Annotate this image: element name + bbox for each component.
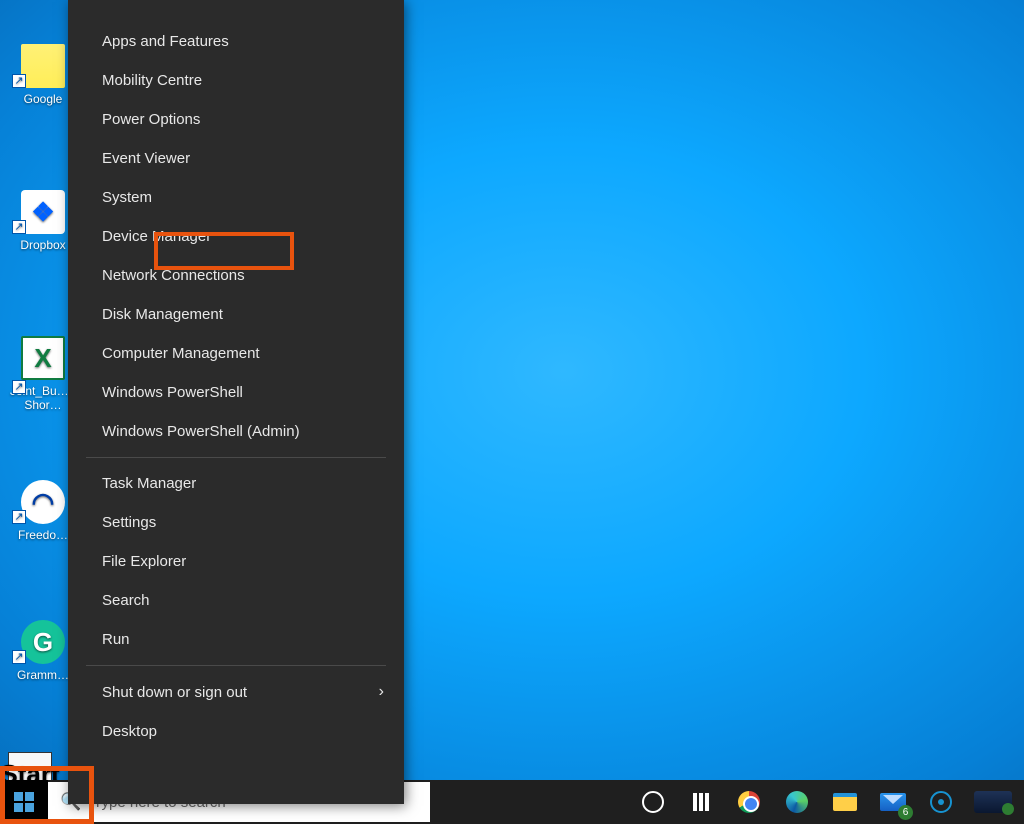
winx-item-desktop[interactable]: Desktop <box>68 712 404 751</box>
taskbar-app-mail[interactable]: 6 <box>869 780 917 824</box>
winx-item-windows-powershell-admin[interactable]: Windows PowerShell (Admin) <box>68 412 404 451</box>
winx-item-file-explorer[interactable]: File Explorer <box>68 542 404 581</box>
menu-item-label: Search <box>102 592 150 609</box>
shortcut-arrow-icon: ↗ <box>12 510 26 524</box>
winx-item-run[interactable]: Run <box>68 620 404 659</box>
winx-item-computer-management[interactable]: Computer Management <box>68 334 404 373</box>
menu-item-label: Windows PowerShell <box>102 384 243 401</box>
menu-item-label: System <box>102 189 152 206</box>
menu-item-label: Computer Management <box>102 345 260 362</box>
task-view-icon <box>693 793 709 811</box>
chevron-right-icon: › <box>379 683 384 701</box>
shortcut-arrow-icon: ↗ <box>12 74 26 88</box>
menu-item-label: Run <box>102 631 130 648</box>
taskbar-app-edge[interactable] <box>773 780 821 824</box>
winx-item-disk-management[interactable]: Disk Management <box>68 295 404 334</box>
menu-separator <box>86 457 386 458</box>
winx-item-settings[interactable]: Settings <box>68 503 404 542</box>
menu-item-label: Shut down or sign out <box>102 684 247 701</box>
cortana-icon <box>642 791 664 813</box>
shortcut-arrow-icon: ↗ <box>12 380 26 394</box>
remote-desktop-icon <box>974 791 1012 813</box>
menu-item-label: Event Viewer <box>102 150 190 167</box>
file-explorer-icon <box>833 793 857 811</box>
menu-item-label: Task Manager <box>102 475 196 492</box>
dropbox-icon: ❖ <box>21 190 65 234</box>
menu-item-label: File Explorer <box>102 553 186 570</box>
winx-item-network-connections[interactable]: Network Connections <box>68 256 404 295</box>
menu-item-label: Disk Management <box>102 306 223 323</box>
taskbar-cortana-button[interactable] <box>629 780 677 824</box>
edge-icon <box>786 791 808 813</box>
menu-item-label: Mobility Centre <box>102 72 202 89</box>
winx-item-system[interactable]: System <box>68 178 404 217</box>
shortcut-arrow-icon: ↗ <box>12 650 26 664</box>
taskbar-app-file-explorer[interactable] <box>821 780 869 824</box>
winx-item-power-options[interactable]: Power Options <box>68 100 404 139</box>
winx-item-task-manager[interactable]: Task Manager <box>68 464 404 503</box>
grammarly-icon: G <box>21 620 65 664</box>
menu-item-label: Network Connections <box>102 267 245 284</box>
groove-icon <box>930 791 952 813</box>
taskbar-right: 6 <box>629 780 1024 824</box>
menu-item-label: Settings <box>102 514 156 531</box>
menu-item-label: Desktop <box>102 723 157 740</box>
winx-item-event-viewer[interactable]: Event Viewer <box>68 139 404 178</box>
winx-menu: Apps and Features Mobility Centre Power … <box>68 0 404 804</box>
freedome-icon: ◠ <box>21 480 65 524</box>
mail-badge-count: 6 <box>898 805 913 820</box>
taskbar-task-view-button[interactable] <box>677 780 725 824</box>
winx-item-search[interactable]: Search <box>68 581 404 620</box>
excel-icon: X <box>21 336 65 380</box>
taskbar-app-groove[interactable] <box>917 780 965 824</box>
taskbar-app-chrome[interactable] <box>725 780 773 824</box>
menu-separator <box>86 665 386 666</box>
menu-item-label: Power Options <box>102 111 200 128</box>
start-button[interactable] <box>0 780 48 824</box>
google-icon <box>21 44 65 88</box>
chrome-icon <box>738 791 760 813</box>
winx-item-windows-powershell[interactable]: Windows PowerShell <box>68 373 404 412</box>
windows-logo-icon <box>14 792 34 812</box>
winx-item-apps-and-features[interactable]: Apps and Features <box>68 22 404 61</box>
taskbar-app-remote-desktop[interactable] <box>965 780 1021 824</box>
winx-item-device-manager[interactable]: Device Manager <box>68 217 404 256</box>
menu-item-label: Apps and Features <box>102 33 229 50</box>
winx-item-mobility-centre[interactable]: Mobility Centre <box>68 61 404 100</box>
menu-item-label: Windows PowerShell (Admin) <box>102 423 300 440</box>
winx-item-shut-down-or-sign-out[interactable]: Shut down or sign out › <box>68 672 404 712</box>
menu-item-label: Device Manager <box>102 228 211 245</box>
shortcut-arrow-icon: ↗ <box>12 220 26 234</box>
